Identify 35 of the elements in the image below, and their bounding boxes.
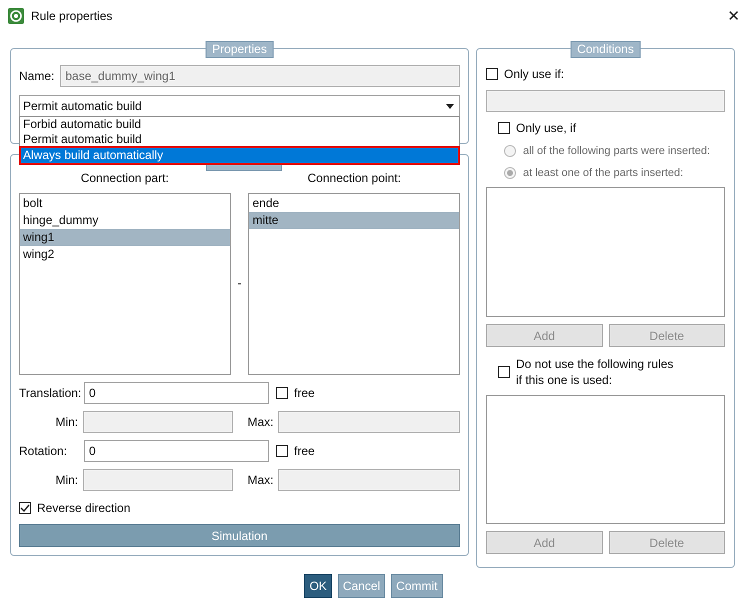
list-item[interactable]: wing2: [20, 246, 230, 263]
checkbox-label: free: [294, 444, 315, 458]
close-button[interactable]: ✕: [723, 7, 744, 25]
field-label: Max:: [246, 415, 275, 430]
group-legend: Conditions: [570, 41, 641, 58]
checkbox-label: Only use if:: [504, 67, 564, 81]
field-label: Min:: [54, 473, 80, 488]
field-label: Translation:: [19, 386, 82, 400]
separator-text: -: [236, 276, 242, 290]
checkbox-label: Do not use the following rules if this one is used:: [516, 356, 674, 388]
dropdown-option[interactable]: Forbid automatic build: [20, 117, 459, 132]
dialog-button[interactable]: OK: [304, 574, 332, 598]
window-title: Rule properties: [31, 9, 112, 23]
list-item[interactable]: mitte: [249, 212, 459, 229]
radio-label: all of the following parts were inserted:: [523, 145, 710, 157]
list-item[interactable]: bolt: [20, 195, 230, 212]
checkbox-label: Reverse direction: [37, 501, 130, 516]
field-label: Rotation:: [19, 444, 68, 458]
field-label: Name:: [19, 69, 54, 83]
checkbox-label: Only use, if: [516, 121, 576, 135]
build-mode-dropdown[interactable]: Permit automatic build: [19, 95, 460, 117]
list-item[interactable]: ende: [249, 195, 459, 212]
list-item[interactable]: wing1: [20, 229, 230, 246]
value-field[interactable]: 0: [84, 382, 269, 404]
column-header: Connection point:: [308, 171, 401, 187]
list-item[interactable]: hinge_dummy: [20, 212, 230, 229]
dropdown-option[interactable]: Permit automatic build: [20, 132, 459, 147]
checkbox-label: free: [294, 386, 315, 400]
group-legend: Properties: [205, 41, 274, 58]
field-label: Min:: [54, 415, 80, 430]
dropdown-option[interactable]: Always build automatically: [20, 147, 459, 164]
radio-label: at least one of the parts inserted:: [523, 167, 684, 179]
field-label: Max:: [246, 473, 275, 488]
column-header: Connection part:: [80, 171, 169, 187]
value-field[interactable]: 0: [84, 440, 269, 462]
